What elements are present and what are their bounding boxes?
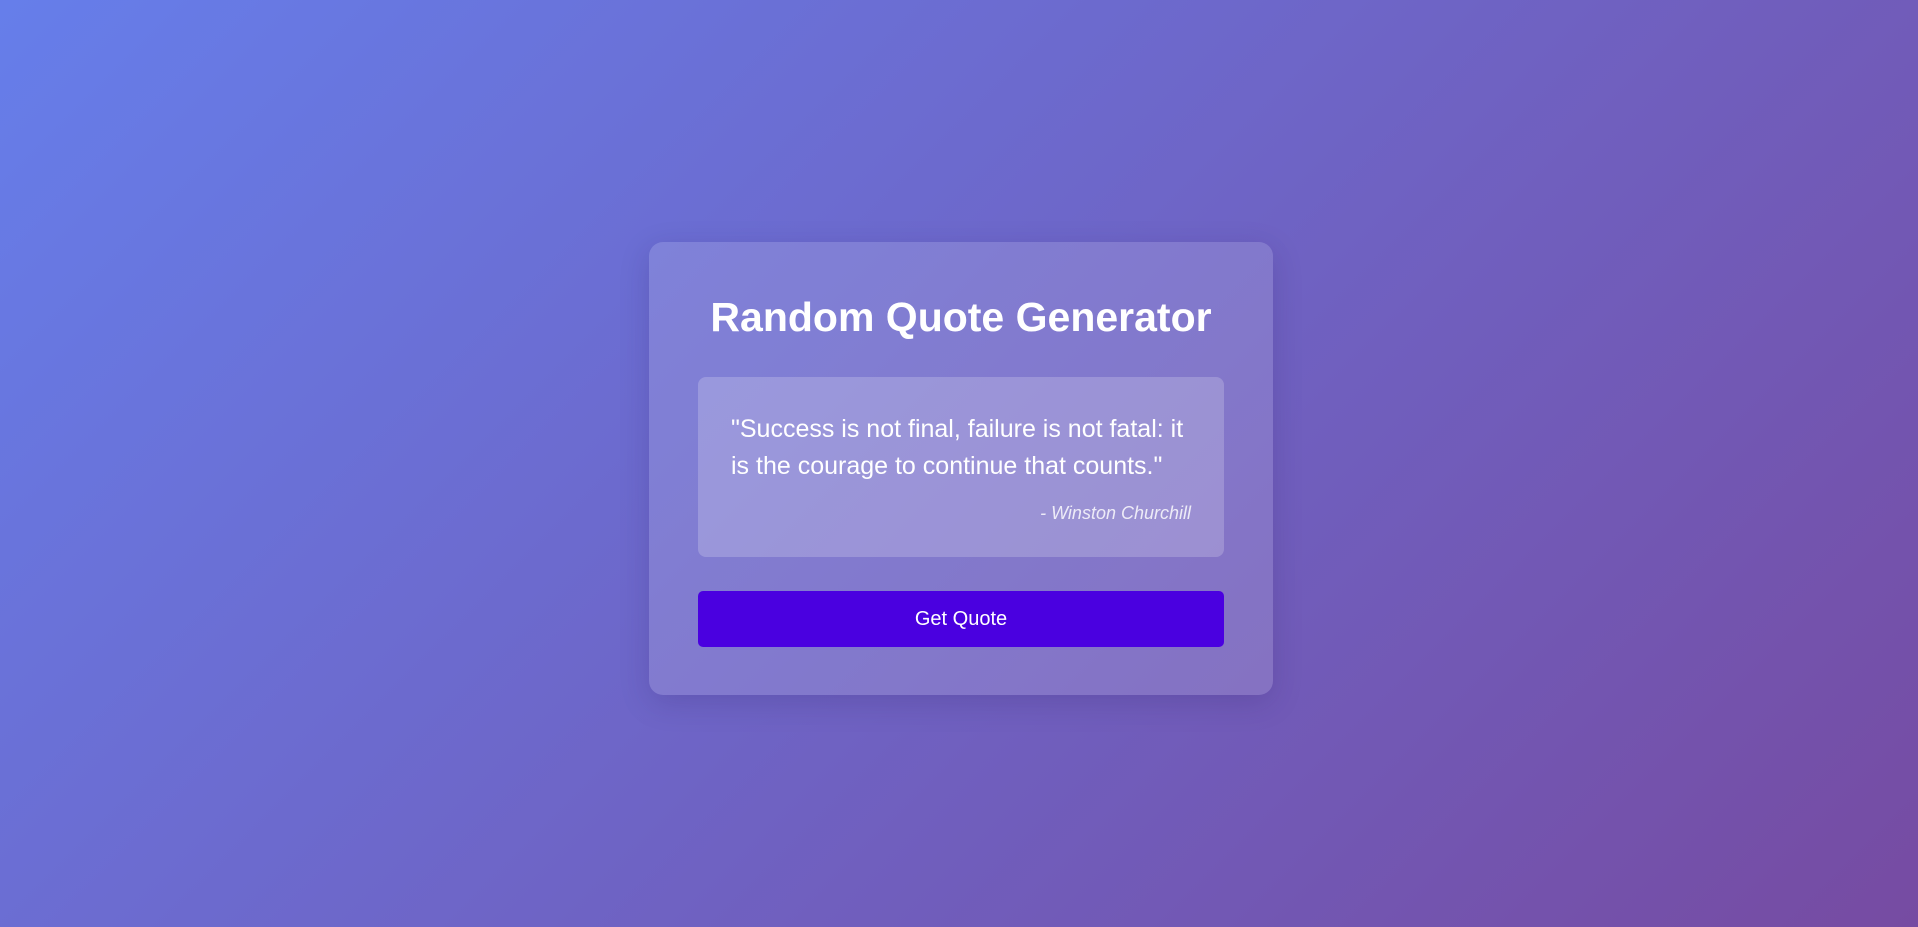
quote-author: - Winston Churchill [1040,503,1191,523]
get-quote-button[interactable]: Get Quote [698,591,1224,647]
quote-card: Random Quote Generator "Success is not f… [649,242,1273,695]
page-title: Random Quote Generator [710,294,1212,340]
quote-text: "Success is not final, failure is not fa… [731,415,1184,480]
quote-box: "Success is not final, failure is not fa… [698,377,1224,557]
